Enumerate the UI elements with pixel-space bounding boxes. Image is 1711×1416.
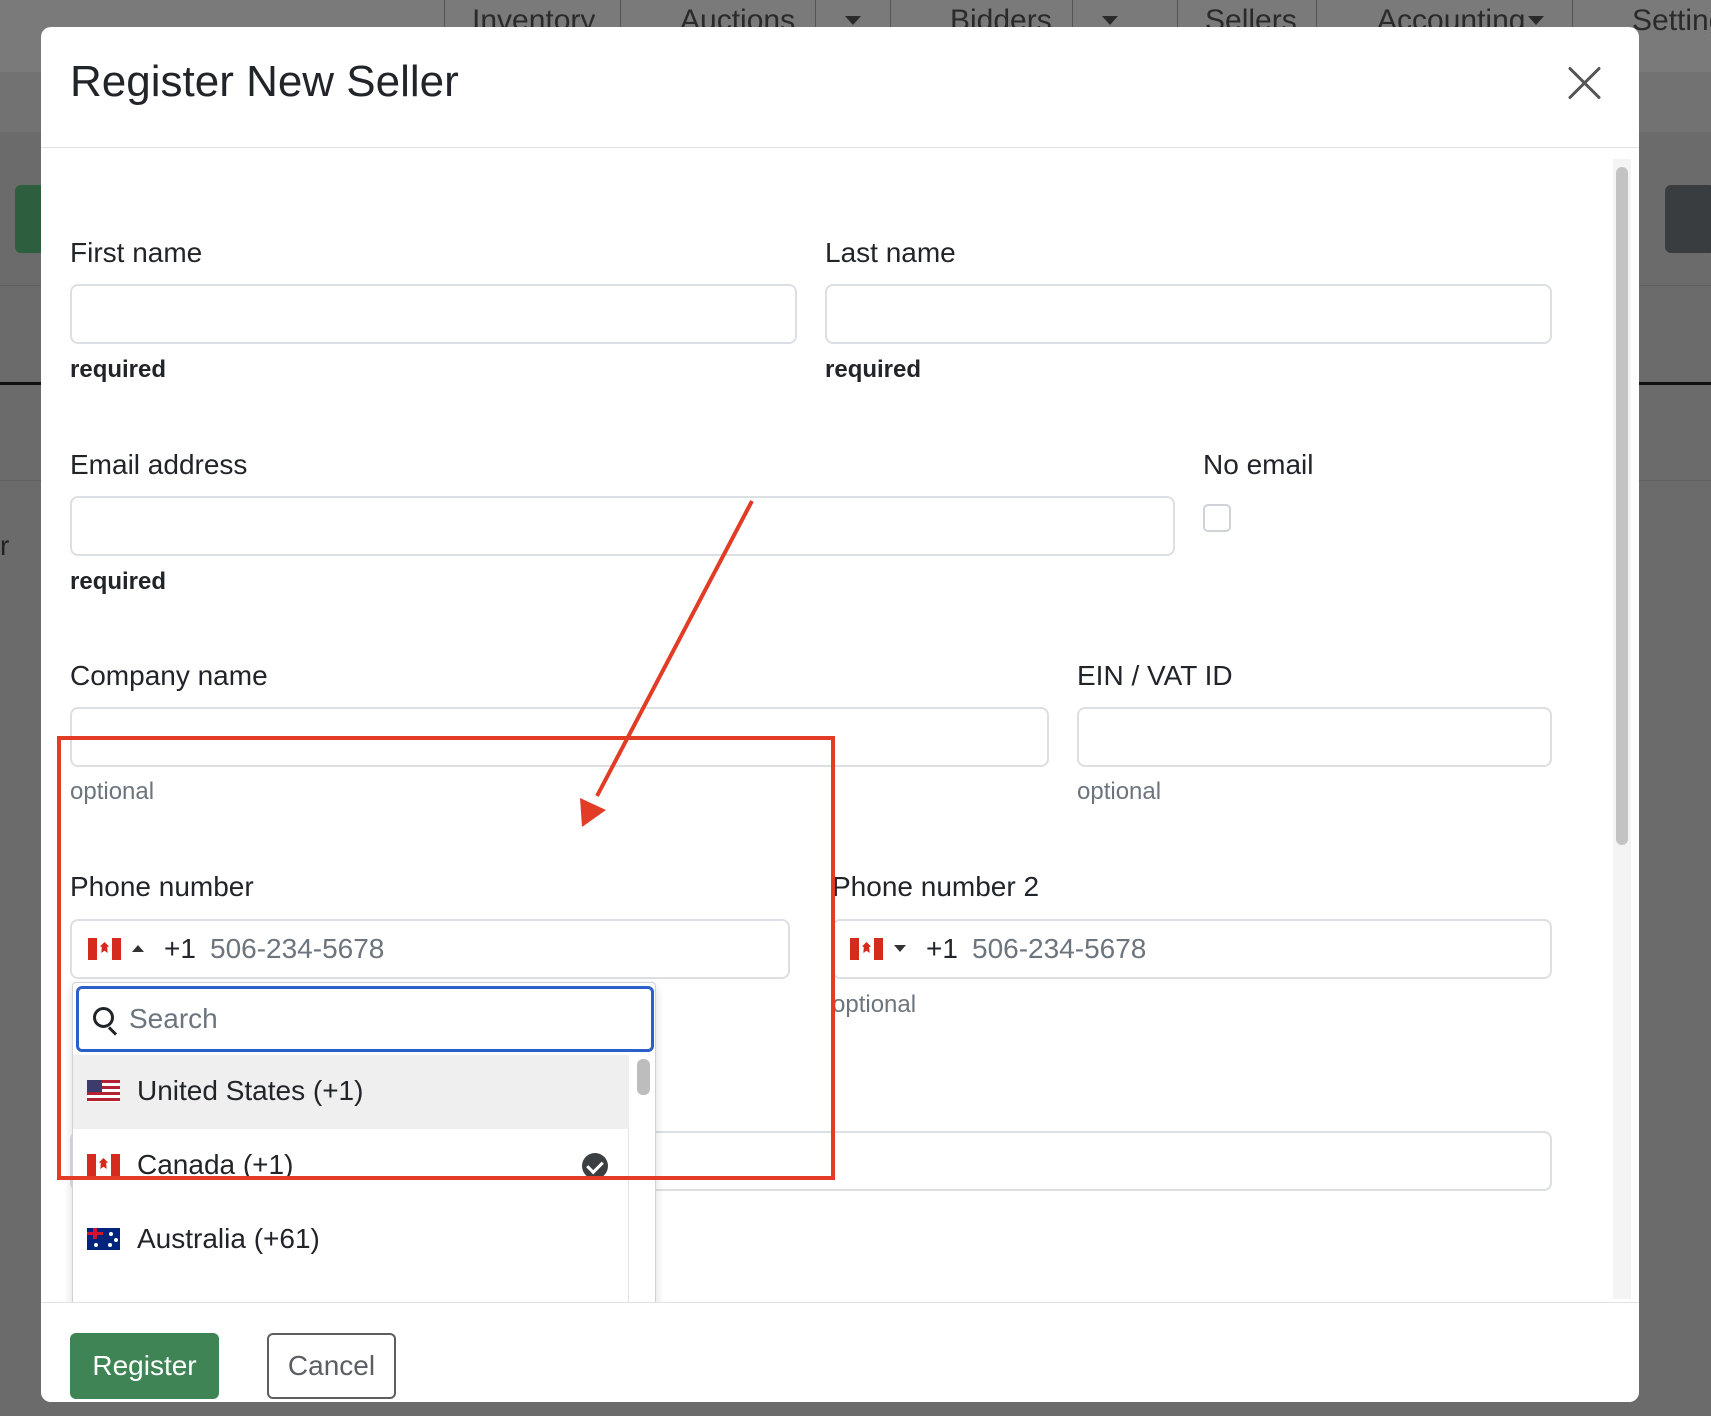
ein-input[interactable] (1077, 707, 1552, 767)
first-name-input[interactable] (70, 284, 797, 344)
ca-flag-icon[interactable] (850, 938, 883, 960)
chevron-down-icon[interactable] (1102, 16, 1118, 25)
nav-separator (620, 0, 621, 30)
register-seller-modal: Register New Seller First name required … (41, 27, 1639, 1402)
nav-separator (444, 0, 445, 30)
modal-footer: Register Cancel (41, 1302, 1639, 1402)
email-hint: required (70, 568, 167, 595)
chevron-down-icon[interactable] (894, 945, 906, 952)
ein-hint: optional (1077, 778, 1162, 805)
phone2-label: Phone number 2 (832, 871, 1040, 902)
email-label: Email address (70, 449, 248, 480)
close-icon[interactable] (1563, 61, 1607, 105)
cancel-button[interactable]: Cancel (267, 1333, 396, 1399)
background-upload-button (1665, 185, 1711, 253)
last-name-hint: required (825, 356, 922, 383)
nav-separator (1072, 0, 1073, 30)
background-partial-text: r (0, 530, 10, 561)
annotation-highlight-box (57, 736, 835, 1180)
phone2-hint: optional (832, 991, 917, 1018)
background-tab-indicator (1639, 382, 1711, 385)
last-name-label: Last name (825, 237, 956, 268)
modal-scrollbar-thumb[interactable] (1616, 167, 1628, 845)
modal-header: Register New Seller (41, 27, 1639, 148)
nav-item-settings[interactable]: Settings (1632, 0, 1711, 40)
nav-separator (1177, 0, 1178, 30)
register-button[interactable]: Register (70, 1333, 219, 1399)
chevron-down-icon[interactable] (845, 16, 861, 25)
first-name-label: First name (70, 237, 203, 268)
no-email-label: No email (1203, 449, 1314, 480)
last-name-input[interactable] (825, 284, 1552, 344)
au-flag-icon (87, 1228, 120, 1250)
country-option-label: Australia (+61) (137, 1223, 320, 1254)
nav-separator (815, 0, 816, 30)
nav-separator (1572, 0, 1573, 30)
phone2-input[interactable]: +1 506-234-5678 (832, 919, 1552, 979)
nav-separator (890, 0, 891, 30)
no-email-checkbox[interactable] (1203, 504, 1231, 532)
background-tab-indicator (0, 382, 45, 385)
nav-separator (1316, 0, 1317, 30)
email-input[interactable] (70, 496, 1175, 556)
phone2-placeholder: 506-234-5678 (972, 933, 1147, 964)
phone2-dial-code: +1 (926, 933, 958, 964)
country-option-australia[interactable]: Australia (+61) (73, 1203, 629, 1277)
first-name-hint: required (70, 356, 167, 383)
chevron-down-icon[interactable] (1528, 16, 1544, 25)
ein-label: EIN / VAT ID (1077, 660, 1233, 691)
company-name-label: Company name (70, 660, 268, 691)
modal-title: Register New Seller (70, 57, 459, 106)
